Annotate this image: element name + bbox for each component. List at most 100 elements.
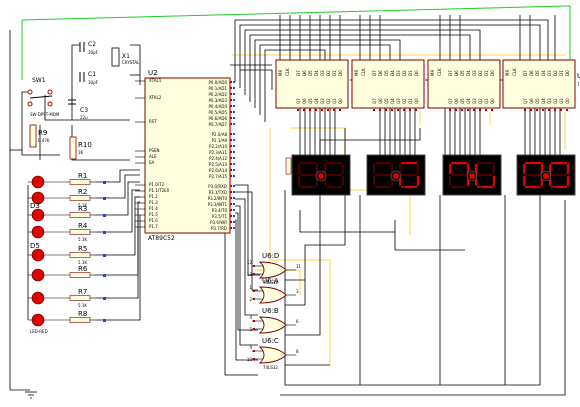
mcu-pin-state bbox=[233, 151, 235, 153]
display-indicator-glow bbox=[318, 173, 324, 179]
mcu-pin-label: P1.1/T2EX bbox=[149, 188, 170, 193]
shift-register-output-pin: Q1 bbox=[484, 98, 489, 104]
mcu-pin-marker bbox=[230, 151, 232, 153]
c1-value: 30pF bbox=[88, 80, 99, 85]
mcu-u2: U2 AT89C52 XTAL1 XTAL2 RST PSENALEEA P1.0/T2… bbox=[135, 69, 235, 242]
display-led-label: LED-RED bbox=[312, 185, 330, 190]
or-gate-pin-marker bbox=[253, 328, 255, 330]
mcu-pin-label: XTAL1 bbox=[149, 78, 162, 83]
mcu-pin-label: P3.4/T0 bbox=[212, 208, 228, 213]
mcu-pin-state bbox=[233, 227, 235, 229]
mcu-pin-label: P0.4/AD4 bbox=[209, 104, 228, 109]
shift-register-input-pin: D6 bbox=[378, 70, 383, 76]
display-segment bbox=[477, 173, 493, 177]
shift-register-output-pin: Q7 bbox=[448, 98, 453, 104]
mcu-pin-label: P0.3/AD3 bbox=[209, 98, 228, 103]
shift-register-output-pin: Q2 bbox=[478, 98, 483, 104]
mcu-pin-marker bbox=[230, 203, 232, 205]
led-icon bbox=[31, 313, 45, 327]
shift-register-pin-marker bbox=[309, 109, 311, 111]
shift-register-output-pin: Q0 bbox=[338, 98, 343, 104]
row-resistor bbox=[69, 272, 91, 278]
shift-register-output-pin: Q7 bbox=[372, 98, 377, 104]
seven-segment-displays: LED-RED LED-RED LED-RED LED-RED bbox=[285, 154, 576, 196]
or-gate-pin-number: 11 bbox=[296, 264, 302, 269]
r10-ref: R10 bbox=[78, 141, 92, 149]
display-segment bbox=[523, 176, 526, 186]
mcu-pin-marker bbox=[230, 123, 232, 125]
mcu-pin-marker bbox=[230, 175, 232, 177]
mcu-pin-label: P3.1/TXD bbox=[209, 190, 227, 195]
shift-register-output-pin: Q5 bbox=[460, 98, 465, 104]
shift-register-output-pin: Q3 bbox=[320, 98, 325, 104]
c3-value: 22u bbox=[80, 115, 88, 120]
shift-register-input-pin: D4 bbox=[390, 70, 395, 76]
shift-register: MRCLKD7D6D5D4D3D2D1D0Q7Q6Q5Q4Q3Q2Q1Q0U74 bbox=[502, 59, 580, 111]
row-resistor-ref: R3 bbox=[78, 205, 87, 213]
shift-register-pin-marker bbox=[467, 109, 469, 111]
row-resistor-ref: R6 bbox=[78, 265, 88, 273]
c2-ref: C2 bbox=[88, 41, 96, 48]
mcu-pin-state bbox=[233, 175, 235, 177]
shift-register-pin-marker bbox=[373, 109, 375, 111]
schematic: U2 AT89C52 XTAL1 XTAL2 RST PSENALEEA P1.0/T2… bbox=[9, 5, 580, 399]
shift-register-input-pin: D1 bbox=[408, 70, 413, 76]
mcu-pin-marker bbox=[230, 117, 232, 119]
shift-register-output-pin: Q1 bbox=[332, 98, 337, 104]
or-gate-pin-number: 5 bbox=[249, 327, 252, 332]
shift-register-input-pin: D2 bbox=[326, 70, 331, 76]
shift-register-pin-marker bbox=[566, 109, 568, 111]
shift-register-pin-marker bbox=[415, 109, 417, 111]
shift-register-output-pin: Q7 bbox=[296, 98, 301, 104]
display-resistor bbox=[285, 157, 292, 175]
mcu-pin-marker bbox=[230, 111, 232, 113]
mcu-pin-marker bbox=[230, 163, 232, 165]
shift-register-output-pin: Q4 bbox=[466, 98, 471, 104]
shift-register-control-pin: MR bbox=[505, 70, 510, 76]
c1-ref: C1 bbox=[88, 71, 96, 78]
shift-register-pin-marker bbox=[321, 109, 323, 111]
mcu-pin-marker bbox=[230, 221, 232, 223]
mcu-pin-state bbox=[233, 123, 235, 125]
or-gate-pin-number: 13 bbox=[247, 272, 253, 277]
r9-value: 0.47K bbox=[38, 138, 50, 143]
mcu-pin-label: RST bbox=[149, 119, 157, 124]
display-segment bbox=[375, 162, 391, 165]
row-state-marker bbox=[103, 197, 106, 200]
mcu-pin-label: P3.7/RD bbox=[211, 226, 227, 231]
shift-register-pin-marker bbox=[479, 109, 481, 111]
row-resistor-ref: R7 bbox=[78, 288, 87, 296]
shift-register-output-pin: Q0 bbox=[414, 98, 419, 104]
led-icon bbox=[31, 225, 45, 239]
mcu-pin-label: P2.2/A10 bbox=[209, 144, 227, 149]
or-gate-pin-number: 4 bbox=[249, 315, 252, 320]
or-gate-pin-number: 3 bbox=[296, 289, 299, 294]
mcu-pin-label: PSEN bbox=[149, 148, 159, 153]
shift-register-output-pin: Q2 bbox=[402, 98, 407, 104]
mcu-pin-state bbox=[233, 191, 235, 193]
mcu-pin-state bbox=[233, 203, 235, 205]
or-gate-body bbox=[258, 286, 287, 304]
shift-register-input-pin: D1 bbox=[559, 70, 564, 76]
led-resistor-rows: R1R25.1KR3D3R45.1KR55.1KD5R6R75.1KR8LED-… bbox=[28, 172, 106, 334]
shift-register-output-pin: Q6 bbox=[302, 98, 307, 104]
display-segment bbox=[492, 164, 495, 174]
mcu-ref: U2 bbox=[148, 69, 158, 77]
row-resistor-ref: R4 bbox=[78, 222, 88, 230]
row-resistor-ref: R8 bbox=[78, 310, 87, 318]
shift-register-input-pin: D0 bbox=[490, 70, 495, 76]
schematic-canvas: U2 AT89C52 XTAL1 XTAL2 RST PSEN ALE EA P1.0/T2… bbox=[0, 0, 580, 407]
row-state-marker bbox=[103, 181, 106, 184]
shift-register-input-pin: D2 bbox=[553, 70, 558, 76]
shift-register-control-pin: CLK bbox=[361, 68, 366, 76]
mcu-pin-marker bbox=[230, 169, 232, 171]
shift-register-pin-marker bbox=[339, 109, 341, 111]
or-gate-body bbox=[258, 346, 287, 364]
row-resistor bbox=[69, 295, 91, 301]
shift-register-control-pin: MR bbox=[430, 70, 435, 76]
crystal-ref: X1 bbox=[122, 53, 130, 60]
ground-symbol bbox=[25, 391, 37, 399]
row-state-marker bbox=[103, 297, 106, 300]
mcu-pin-label: P2.3/A11 bbox=[209, 150, 227, 155]
shift-register-pin-marker bbox=[449, 109, 451, 111]
